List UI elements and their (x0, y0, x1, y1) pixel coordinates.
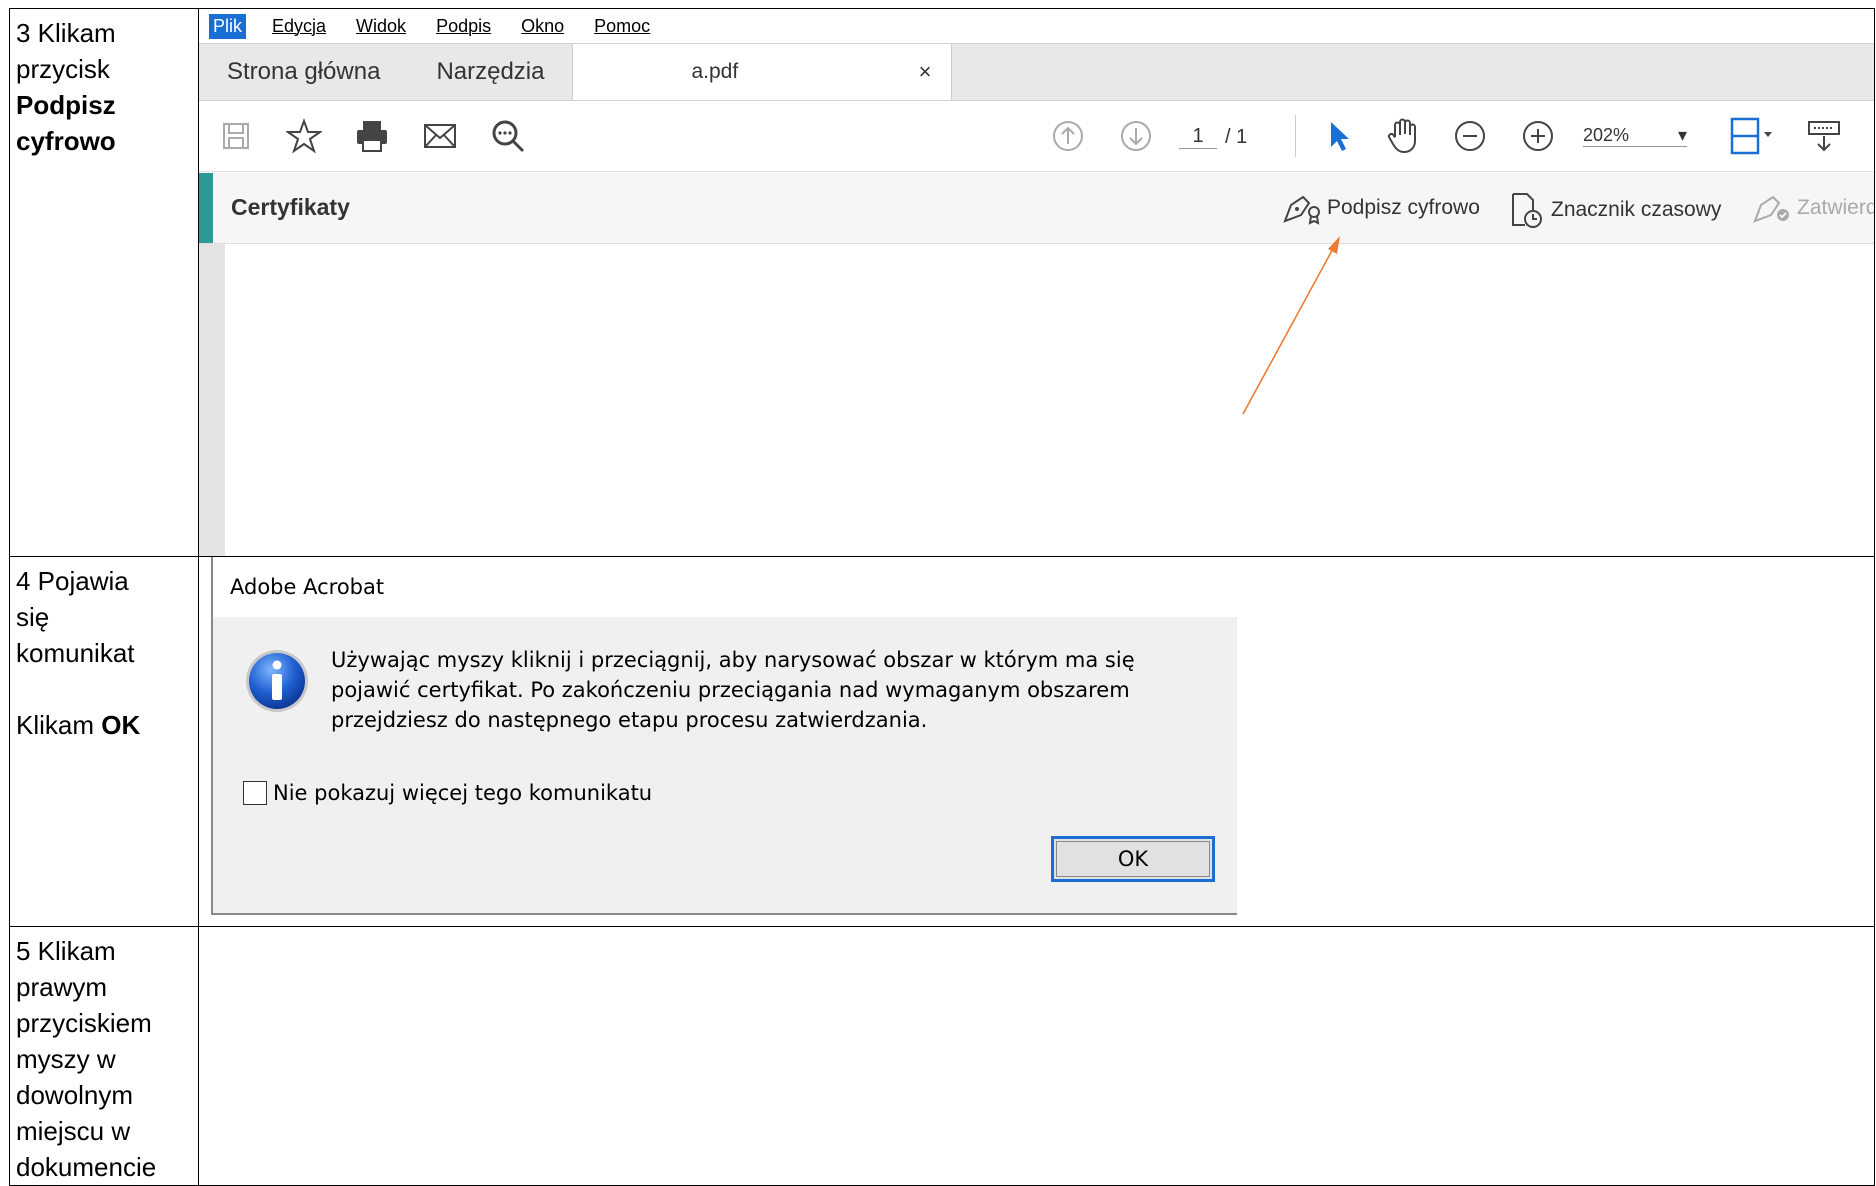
step-description: 3 Klikam przycisk Podpisz cyfrowo (9, 8, 199, 557)
dont-show-again-checkbox[interactable]: Nie pokazuj więcej tego komunikatu (243, 781, 652, 805)
step-row-5: 5 Klikam prawym przyciskiem myszy w dowo… (9, 926, 1875, 1186)
screenshot-cell: Plik Edycja Widok Podpis Okno Pomoc Stro… (198, 8, 1875, 557)
ok-button[interactable]: OK (1051, 836, 1215, 882)
info-icon (243, 647, 311, 720)
step-text: 5 Klikam prawym przyciskiem myszy w dowo… (16, 936, 157, 1182)
dialog-message: Używając myszy kliknij i przeciągnij, ab… (331, 648, 1135, 732)
step-row-4: 4 Pojawia się komunikat Klikam OK Adobe … (9, 556, 1875, 927)
step-text: Klikam (16, 710, 102, 740)
acrobat-window: Plik Edycja Widok Podpis Okno Pomoc Stro… (199, 9, 1874, 556)
screenshot-cell: Adobe Acrobat Używając myszy kliknij i p… (198, 556, 1875, 927)
dialog-title: Adobe Acrobat (213, 557, 1237, 617)
checkbox-box[interactable] (243, 781, 267, 805)
checkbox-label: Nie pokazuj więcej tego komunikatu (273, 781, 653, 805)
step-description: 4 Pojawia się komunikat Klikam OK (9, 556, 199, 927)
step-text: się (16, 602, 50, 632)
annotation-arrow (1242, 236, 1340, 415)
step-description: 5 Klikam prawym przyciskiem myszy w dowo… (9, 926, 199, 1186)
step-row-3: 3 Klikam przycisk Podpisz cyfrowo Plik E… (9, 8, 1875, 557)
step-emphasis: OK (101, 710, 141, 740)
message-dialog: Adobe Acrobat Używając myszy kliknij i p… (211, 557, 1237, 915)
instruction-table: 3 Klikam przycisk Podpisz cyfrowo Plik E… (9, 8, 1875, 1186)
step-text: komunikat (16, 638, 135, 668)
step-text: 4 Pojawia (16, 566, 129, 596)
step-emphasis: Podpisz cyfrowo (16, 90, 116, 156)
step-text: 3 Klikam (16, 18, 116, 48)
step-text: przycisk (16, 54, 110, 84)
screenshot-cell (198, 926, 1875, 1186)
